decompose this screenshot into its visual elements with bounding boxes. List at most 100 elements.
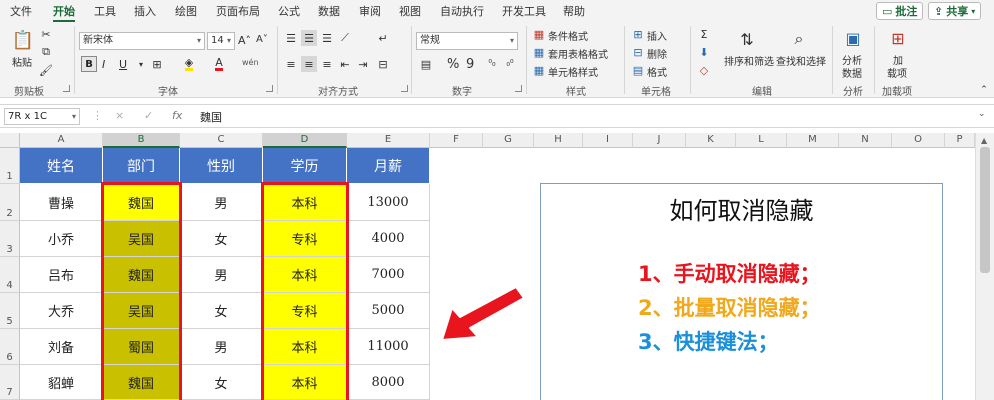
column-header-i[interactable]: I [583, 133, 633, 148]
align-center-icon[interactable]: ≡ [301, 56, 317, 72]
tab-view[interactable]: 视图 [399, 3, 421, 19]
font-name-select[interactable]: 新宋体 ▾ [79, 32, 205, 50]
table-cell[interactable]: 吴国 [103, 221, 180, 257]
number-format-select[interactable]: 常规 ▾ [416, 32, 518, 50]
borders-icon[interactable]: ⊞ [149, 56, 165, 72]
column-header-p[interactable]: P [945, 133, 975, 148]
row-header-1[interactable]: 1 [0, 148, 20, 184]
table-cell[interactable]: 男 [180, 329, 263, 365]
cell-styles-icon[interactable]: ▦ [531, 62, 547, 78]
column-header-d[interactable]: D [263, 133, 347, 148]
column-header-n[interactable]: N [839, 133, 892, 148]
row-header-5[interactable]: 5 [0, 293, 20, 329]
column-header-m[interactable]: M [787, 133, 839, 148]
fill-icon[interactable]: ⬇ [696, 44, 712, 60]
orientation-icon[interactable]: ⟋ [337, 30, 353, 46]
cell-styles-button[interactable]: 单元格样式 [548, 64, 598, 79]
tab-page-layout[interactable]: 页面布局 [216, 3, 260, 19]
formula-input[interactable]: 魏国 [200, 109, 222, 125]
table-cell[interactable]: 男 [180, 257, 263, 293]
table-cell[interactable]: 本科 [263, 365, 347, 400]
italic-button[interactable]: I [102, 58, 105, 71]
table-cell[interactable]: 专科 [263, 221, 347, 257]
tab-automate[interactable]: 自动执行 [440, 3, 484, 19]
align-top-icon[interactable]: ☰ [283, 30, 299, 46]
name-box[interactable]: 7R x 1C ▾ [4, 108, 80, 125]
table-cell[interactable]: 吴国 [103, 293, 180, 329]
conditional-formatting-icon[interactable]: ▦ [531, 26, 547, 42]
autosum-icon[interactable]: Σ [696, 26, 712, 42]
decrease-indent-icon[interactable]: ⇤ [337, 56, 353, 72]
cancel-icon[interactable]: × [115, 109, 124, 122]
vertical-scrollbar[interactable]: ▲ [975, 133, 994, 400]
format-cells-button[interactable]: 格式 [647, 64, 667, 79]
clear-icon[interactable]: ◇ [696, 62, 712, 78]
column-header-g[interactable]: G [483, 133, 534, 148]
phonetic-button[interactable]: wén [242, 58, 259, 67]
font-color-icon[interactable]: A [211, 56, 227, 72]
table-header-cell[interactable]: 姓名 [20, 148, 103, 184]
add-ins-icon[interactable]: ⊞ [887, 27, 909, 49]
table-cell[interactable]: 5000 [347, 293, 430, 329]
wrap-text-icon[interactable]: ↵ [375, 30, 391, 46]
tab-review[interactable]: 审阅 [359, 3, 381, 19]
analyze-data-label-2[interactable]: 数据 [842, 65, 862, 80]
tab-draw[interactable]: 绘图 [175, 3, 197, 19]
table-header-cell[interactable]: 学历 [263, 148, 347, 184]
table-cell[interactable]: 吕布 [20, 257, 103, 293]
clipboard-launcher-icon[interactable] [63, 85, 70, 92]
column-header-j[interactable]: J [633, 133, 686, 148]
bold-button[interactable]: B [81, 56, 97, 72]
paste-icon[interactable]: 📋 [12, 28, 34, 52]
column-header-f[interactable]: F [430, 133, 483, 148]
decrease-decimal-icon[interactable]: ₀⁰ [502, 56, 518, 72]
tab-data[interactable]: 数据 [318, 3, 340, 19]
format-as-table-icon[interactable]: ▦ [531, 44, 547, 60]
column-header-c[interactable]: C [180, 133, 263, 148]
percent-button[interactable]: % [447, 57, 459, 72]
shrink-font-button[interactable]: A˅ [256, 34, 268, 45]
column-header-a[interactable]: A [20, 133, 103, 148]
table-cell[interactable]: 曹操 [20, 184, 103, 221]
format-cells-icon[interactable]: ▤ [630, 62, 646, 78]
table-cell[interactable]: 貂蝉 [20, 365, 103, 400]
align-middle-icon[interactable]: ☰ [301, 30, 317, 46]
table-cell[interactable]: 魏国 [103, 257, 180, 293]
delete-cells-icon[interactable]: ⊟ [630, 44, 646, 60]
tab-formulas[interactable]: 公式 [278, 3, 300, 19]
table-cell[interactable]: 刘备 [20, 329, 103, 365]
table-cell[interactable]: 女 [180, 365, 263, 400]
scrollbar-thumb[interactable] [980, 147, 990, 273]
fill-color-icon[interactable]: ◈ [181, 56, 197, 72]
comma-style-button[interactable]: 9 [466, 57, 474, 72]
enter-icon[interactable]: ✓ [144, 109, 153, 122]
table-cell[interactable]: 13000 [347, 184, 430, 221]
row-header-3[interactable]: 3 [0, 221, 20, 257]
insert-cells-icon[interactable]: ⊞ [630, 26, 646, 42]
row-header-4[interactable]: 4 [0, 257, 20, 293]
sort-filter-button[interactable]: 排序和筛选 [724, 53, 774, 68]
collapse-ribbon-icon[interactable]: ⌃ [976, 82, 992, 98]
align-bottom-icon[interactable]: ☰ [319, 30, 335, 46]
insert-function-icon[interactable]: fx [172, 109, 182, 122]
table-cell[interactable]: 8000 [347, 365, 430, 400]
font-size-select[interactable]: 14 ▾ [207, 32, 235, 50]
grow-font-button[interactable]: A˄ [238, 34, 251, 47]
tab-file[interactable]: 文件 [10, 3, 32, 19]
number-launcher-icon[interactable] [515, 85, 522, 92]
column-header-e[interactable]: E [347, 133, 430, 148]
chevron-down-icon[interactable]: ▾ [133, 56, 149, 72]
tab-tools[interactable]: 工具 [94, 3, 116, 19]
alignment-launcher-icon[interactable] [401, 85, 408, 92]
search-icon[interactable]: ⌕ [788, 28, 810, 50]
insert-cells-button[interactable]: 插入 [647, 28, 667, 43]
table-cell[interactable]: 蜀国 [103, 329, 180, 365]
table-cell[interactable]: 魏国 [103, 184, 180, 221]
table-cell[interactable]: 7000 [347, 257, 430, 293]
table-cell[interactable]: 专科 [263, 293, 347, 329]
expand-formula-bar-icon[interactable]: ⌄ [978, 109, 986, 119]
table-cell[interactable]: 大乔 [20, 293, 103, 329]
table-cell[interactable]: 11000 [347, 329, 430, 365]
format-painter-icon[interactable]: 🖌 [38, 62, 54, 78]
table-cell[interactable]: 本科 [263, 257, 347, 293]
